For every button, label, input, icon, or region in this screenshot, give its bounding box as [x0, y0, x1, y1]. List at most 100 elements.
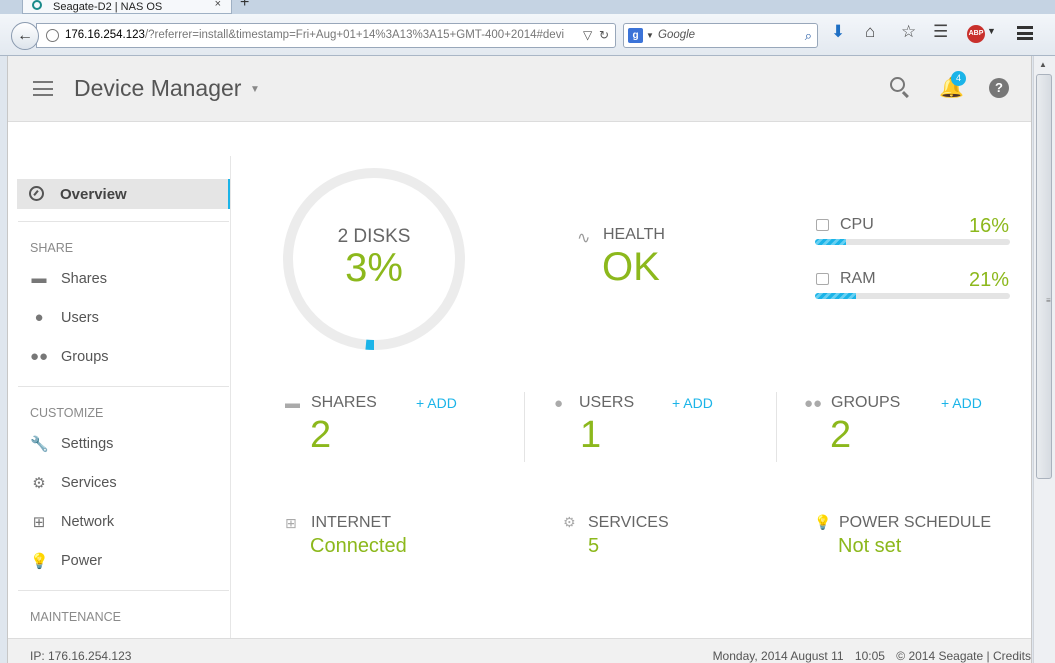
bookmark-star-icon[interactable]: ☆: [901, 22, 916, 42]
sidebar-item-users[interactable]: ● Users: [30, 308, 220, 330]
new-tab-button[interactable]: +: [240, 0, 249, 12]
search-bar[interactable]: g ▼ Google ⌕: [623, 23, 818, 48]
shares-count[interactable]: 2: [310, 414, 331, 457]
ram-progress-fill: [815, 293, 856, 299]
sidebar-item-settings[interactable]: 🔧 Settings: [30, 434, 220, 456]
sidebar-section-customize: CUSTOMIZE: [30, 406, 104, 420]
sidebar-item-label: Shares: [61, 271, 107, 287]
user-icon: ●: [34, 309, 44, 326]
sidebar-item-groups[interactable]: ●● Groups: [30, 347, 220, 369]
seagate-favicon-icon: [32, 0, 42, 10]
network-icon: ⊞: [285, 515, 297, 531]
url-host: 176.16.254.123: [65, 29, 145, 41]
cpu-value: 16%: [969, 215, 1010, 237]
url-path: /?referrer=install&timestamp=Fri+Aug+01+…: [144, 29, 564, 41]
adblock-icon[interactable]: ABP: [967, 25, 985, 43]
google-icon[interactable]: g: [628, 28, 643, 43]
browser-navbar: 176.16.254.123/?referrer=install&timesta…: [0, 14, 1055, 56]
notification-badge[interactable]: 4: [951, 71, 966, 86]
sidebar-divider: [18, 221, 229, 222]
footer-ip: IP: 176.16.254.123: [30, 649, 132, 663]
sidebar-item-shares[interactable]: ▬ Shares: [30, 269, 220, 291]
footer-copyright[interactable]: © 2014 Seagate | Credits: [896, 649, 1031, 663]
stat-divider: [524, 392, 525, 462]
sidebar-item-services[interactable]: ⚙ Services: [30, 473, 220, 495]
search-icon[interactable]: [890, 77, 905, 92]
sidebar-item-label: Groups: [61, 349, 109, 365]
footer-right: Monday, 2014 August 11 10:05 © 2014 Seag…: [705, 649, 1031, 663]
scroll-thumb[interactable]: [1036, 74, 1052, 479]
app-menu-icon[interactable]: [33, 81, 53, 96]
tab-close-icon[interactable]: ×: [215, 0, 221, 10]
address-bar[interactable]: 176.16.254.123/?referrer=install&timesta…: [36, 23, 616, 48]
services-label: SERVICES: [588, 514, 669, 531]
download-icon[interactable]: ⬇: [831, 22, 845, 42]
cpu-label: CPU: [840, 216, 874, 233]
internet-status: Connected: [310, 535, 407, 557]
sidebar-item-power[interactable]: 💡 Power: [30, 551, 220, 573]
back-button[interactable]: ←: [11, 22, 39, 50]
health-label: HEALTH: [603, 226, 665, 243]
users-label: USERS: [579, 394, 635, 411]
add-share-button[interactable]: + ADD: [416, 395, 457, 411]
sidebar-item-label: Network: [61, 514, 115, 530]
sidebar: Overview SHARE ▬ Shares ● Users ●● Group…: [8, 122, 231, 638]
sidebar-item-label: Users: [61, 310, 99, 326]
services-count[interactable]: 5: [588, 535, 599, 558]
bulb-icon: 💡: [814, 514, 832, 530]
status-footer: IP: 176.16.254.123 Monday, 2014 August 1…: [8, 638, 1031, 663]
gear-icon: ⚙: [32, 475, 46, 492]
sidebar-section-share: SHARE: [30, 241, 74, 255]
power-schedule-value[interactable]: Not set: [838, 535, 901, 558]
wrench-icon: 🔧: [30, 436, 49, 453]
sidebar-divider: [18, 590, 229, 591]
power-schedule-label: POWER SCHEDULE: [839, 514, 992, 531]
url-dropdown-icon[interactable]: ▽: [583, 24, 592, 47]
bulb-icon: 💡: [30, 553, 49, 570]
browser-menu-icon[interactable]: [1017, 26, 1033, 40]
users-count[interactable]: 1: [580, 414, 601, 457]
home-icon[interactable]: ⌂: [865, 22, 875, 42]
sidebar-item-label: Settings: [61, 436, 114, 452]
scroll-up-icon[interactable]: ▲: [1039, 60, 1047, 69]
browser-tab[interactable]: Seagate-D2 | NAS OS ×: [22, 0, 232, 14]
cpu-progress-fill: [815, 239, 847, 245]
groups-label: GROUPS: [831, 394, 901, 411]
sidebar-item-overview[interactable]: Overview: [17, 179, 231, 209]
sidebar-section-maintenance: MAINTENANCE: [30, 610, 121, 624]
page-scrollbar[interactable]: ▲ ≡: [1033, 56, 1055, 663]
groups-count[interactable]: 2: [830, 414, 851, 457]
title-dropdown-icon[interactable]: ▼: [250, 84, 260, 95]
search-placeholder: Google: [658, 29, 696, 41]
disks-label: 2 DISKS: [337, 226, 411, 247]
add-group-button[interactable]: + ADD: [941, 395, 982, 411]
cpu-chip-icon: [816, 219, 829, 231]
folder-icon: ▬: [31, 270, 47, 287]
cpu-progress-bar: [815, 239, 1010, 245]
search-magnifier-icon[interactable]: ⌕: [805, 24, 812, 47]
compass-icon: [29, 186, 44, 201]
page-title[interactable]: Device Manager: [74, 75, 241, 102]
disks-percent: 3%: [345, 246, 403, 290]
reload-icon[interactable]: ↻: [599, 24, 609, 47]
globe-icon: [46, 29, 59, 42]
group-icon: ●●: [30, 348, 49, 365]
ram-value: 21%: [969, 269, 1010, 291]
nas-page: Device Manager ▼ 🔔 4 ? Overview SHARE ▬ …: [7, 56, 1032, 663]
add-user-button[interactable]: + ADD: [672, 395, 713, 411]
scroll-grip-icon: ≡: [1046, 296, 1051, 305]
browser-tab-title: Seagate-D2 | NAS OS: [53, 1, 163, 13]
ram-label: RAM: [840, 270, 876, 287]
bookmarks-list-icon[interactable]: ☰: [933, 22, 948, 42]
sidebar-item-network[interactable]: ⊞ Network: [30, 512, 220, 534]
app-header: Device Manager ▼ 🔔 4 ?: [8, 56, 1031, 122]
sidebar-border: [230, 156, 231, 638]
search-engine-dropdown-icon[interactable]: ▼: [646, 24, 654, 47]
gear-icon: ⚙: [563, 514, 576, 530]
folder-icon: ▬: [285, 395, 300, 412]
footer-date: Monday, 2014 August 11: [712, 649, 844, 663]
help-icon[interactable]: ?: [989, 78, 1009, 98]
network-icon: ⊞: [32, 514, 46, 531]
adblock-dropdown-icon[interactable]: ▼: [987, 26, 996, 36]
user-icon: ●: [554, 395, 564, 412]
